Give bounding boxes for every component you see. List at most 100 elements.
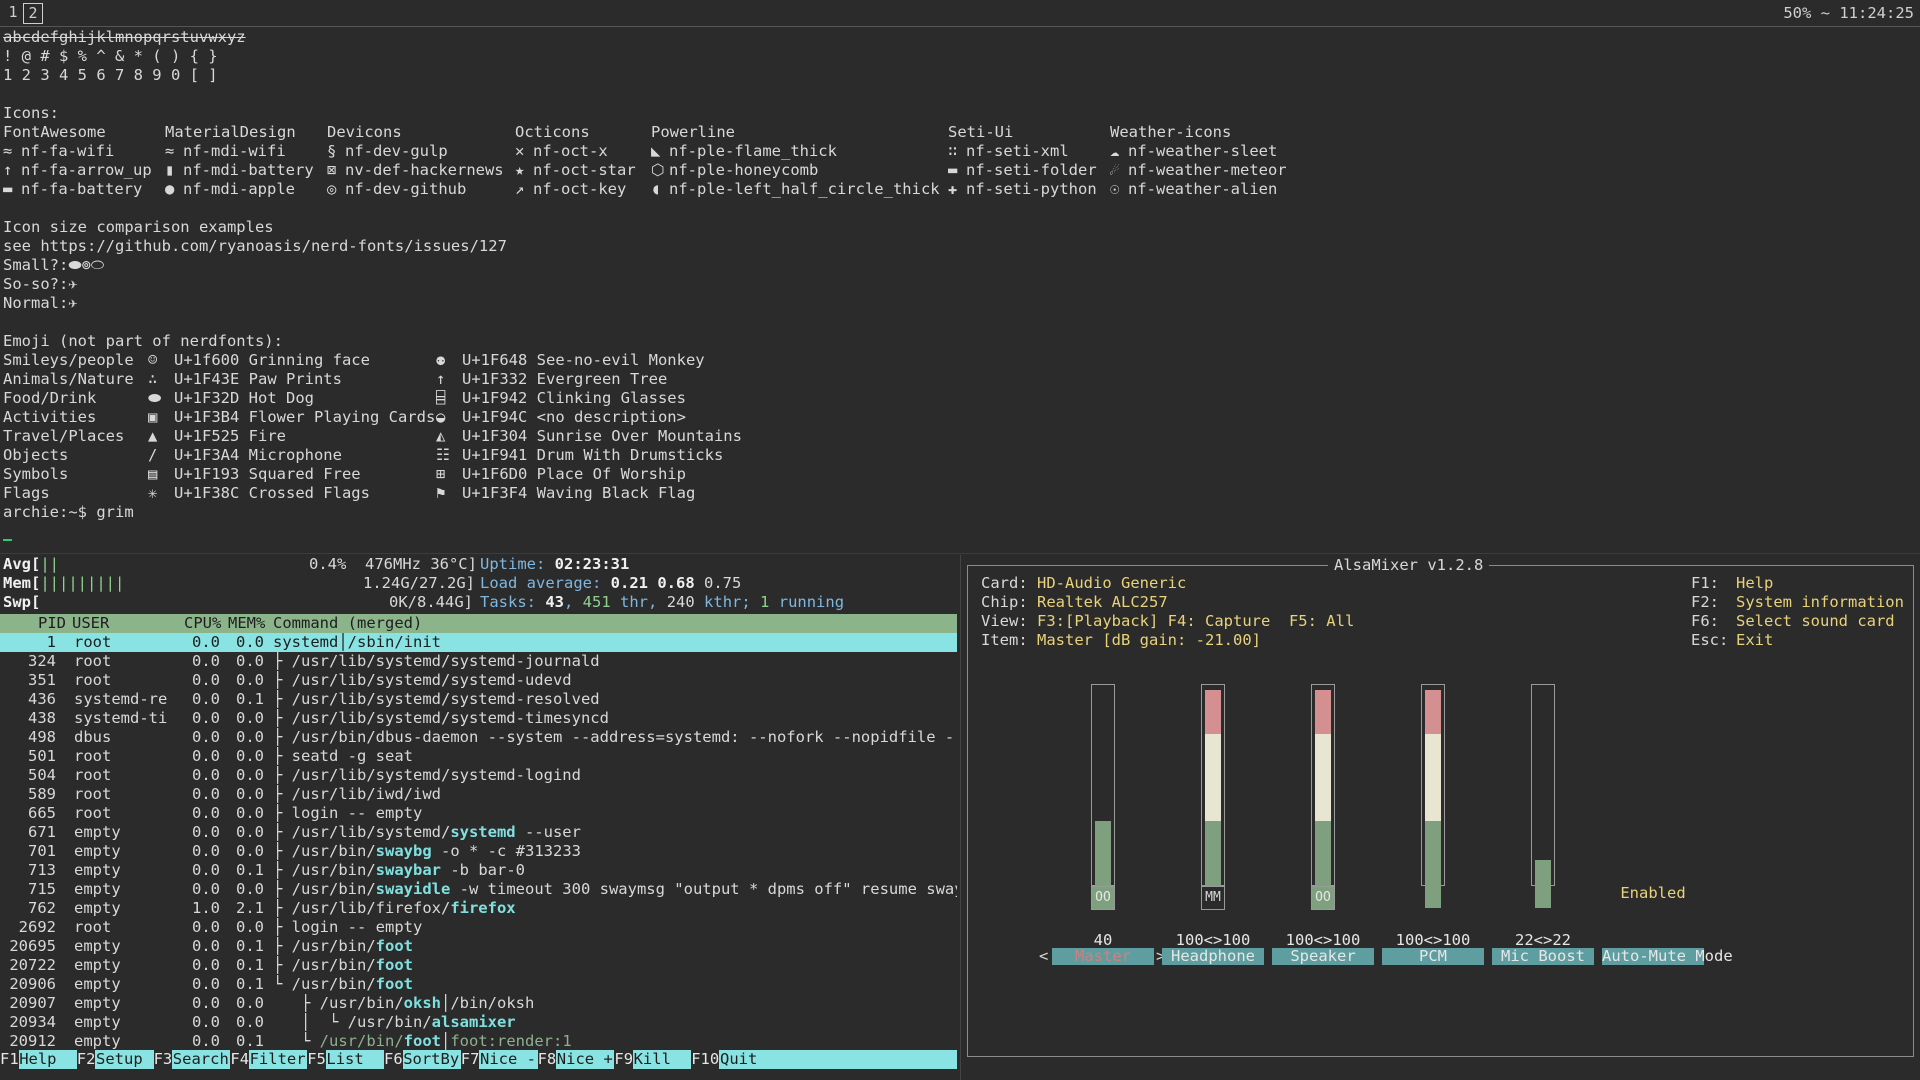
function-sortby-button[interactable]: SortBy <box>403 1050 459 1069</box>
process-mem: 0.1 <box>236 690 264 708</box>
function-search-button[interactable]: Search <box>173 1050 229 1069</box>
channel-label[interactable]: Master <box>1052 948 1154 965</box>
process-row[interactable]: 498 dbus 0.0 0.0 ├ /usr/bin/dbus-daemon --sy… <box>0 728 957 747</box>
col-mem[interactable]: MEM% <box>228 614 265 633</box>
workspace-2-button[interactable]: 2 <box>23 3 43 24</box>
volume-bar[interactable] <box>1531 684 1555 886</box>
alien-icon: ☉ <box>1110 180 1120 198</box>
icon-item: ◎ nf-dev-github <box>327 180 466 199</box>
process-row[interactable]: 1 root 0.0 0.0 systemd│/sbin/init <box>0 633 957 652</box>
size-soso-label: So-so?: <box>3 275 69 293</box>
mute-toggle[interactable]: OO <box>1091 886 1115 910</box>
icon-column-title: MaterialDesign <box>165 123 296 141</box>
xml-icon: ∷ <box>948 142 958 160</box>
icon-label: nf-oct-star <box>533 161 636 179</box>
process-row[interactable]: 20907 empty 0.0 0.0 ├ /usr/bin/oksh│/bin/ok… <box>0 994 957 1013</box>
process-cpu: 0.0 <box>192 937 220 955</box>
process-row[interactable]: 20906 empty 0.0 0.1 └ /usr/bin/foot <box>0 975 957 994</box>
process-command: ├ /usr/lib/firefox/firefox <box>273 899 516 917</box>
icon-label: nf-dev-github <box>345 180 467 198</box>
function-nice-button[interactable]: Nice - <box>480 1050 536 1069</box>
function-filter-button[interactable]: Filter <box>250 1050 306 1069</box>
process-row[interactable]: 2692 root 0.0 0.0 ├ login -- empty <box>0 918 957 937</box>
function-key-f9[interactable]: F9 <box>614 1050 634 1069</box>
process-mem: 0.0 <box>236 633 264 651</box>
process-user: root <box>74 633 112 651</box>
process-cpu: 0.0 <box>192 652 220 670</box>
process-command: systemd│/sbin/init <box>273 633 441 651</box>
process-user: dbus <box>74 728 112 746</box>
col-pid[interactable]: PID <box>38 614 66 633</box>
process-user: empty <box>74 994 121 1012</box>
process-row[interactable]: 501 root 0.0 0.0 ├ seatd -g seat <box>0 747 957 766</box>
process-cpu: 0.0 <box>192 728 220 746</box>
function-key-f3[interactable]: F3 <box>153 1050 173 1069</box>
function-key-f4[interactable]: F4 <box>230 1050 250 1069</box>
function-key-f2[interactable]: F2 <box>76 1050 96 1069</box>
channel-label[interactable]: Headphone <box>1162 948 1264 965</box>
function-key-f8[interactable]: F8 <box>537 1050 557 1069</box>
function-nice-button[interactable]: Nice + <box>557 1050 613 1069</box>
process-cpu: 0.0 <box>192 766 220 784</box>
star-icon: ★ <box>515 161 525 179</box>
process-command: ├ /usr/bin/swaybar -b bar-0 <box>273 861 525 879</box>
col-command[interactable]: Command (merged) <box>273 614 422 633</box>
function-help-button[interactable]: Help <box>19 1050 56 1069</box>
process-row[interactable]: 504 root 0.0 0.0 ├ /usr/lib/systemd/systemd-… <box>0 766 957 785</box>
function-key-f10[interactable]: F10 <box>691 1050 720 1069</box>
function-key-f5[interactable]: F5 <box>307 1050 326 1069</box>
terminal-foot[interactable]: abcdefghijklmnopqrstuvwxyz ! @ # $ % ^ &… <box>0 28 1920 550</box>
process-table-header[interactable]: PID USER CPU% MEM% Command (merged) <box>0 614 957 633</box>
icon-label: nf-weather-sleet <box>1128 142 1278 160</box>
function-key-f7[interactable]: F7 <box>460 1050 480 1069</box>
process-row[interactable]: 589 root 0.0 0.0 ├ /usr/lib/iwd/iwd <box>0 785 957 804</box>
function-key-f6[interactable]: F6 <box>384 1050 403 1069</box>
process-row[interactable]: 324 root 0.0 0.0 ├ /usr/lib/systemd/systemd-… <box>0 652 957 671</box>
process-row[interactable]: 665 root 0.0 0.0 ├ login -- empty <box>0 804 957 823</box>
process-row[interactable]: 20722 empty 0.0 0.1 ├ /usr/bin/foot <box>0 956 957 975</box>
battery-icon: ▬ <box>3 180 13 198</box>
channel-label[interactable]: Auto-Mute Mode <box>1602 948 1733 965</box>
alsamixer-title: AlsaMixer v1.2.8 <box>1328 556 1490 574</box>
process-row[interactable]: 701 empty 0.0 0.0 ├ /usr/bin/swaybg -o * -c … <box>0 842 957 861</box>
process-row[interactable]: 762 empty 1.0 2.1 ├ /usr/lib/firefox/firefox <box>0 899 957 918</box>
process-row[interactable]: 436 systemd-re 0.0 0.1 ├ /usr/lib/systemd/sy… <box>0 690 957 709</box>
function-list-button[interactable]: List <box>326 1050 363 1069</box>
channel-label[interactable]: PCM <box>1382 948 1484 965</box>
mute-toggle[interactable]: MM <box>1201 886 1225 910</box>
flame-thick-icon: ◣ <box>651 142 661 160</box>
process-cpu: 0.0 <box>192 823 220 841</box>
function-quit-button[interactable]: Quit <box>720 1050 757 1069</box>
left-arrow-icon: < <box>1039 947 1049 965</box>
icon-label: nf-ple-left_half_circle_thick <box>669 180 940 198</box>
channel-label[interactable]: Speaker <box>1272 948 1374 965</box>
icon-label: nf-fa-arrow_up <box>21 161 152 179</box>
workspace-1-button[interactable]: 1 <box>4 3 22 22</box>
honeycomb-icon: ⬡ <box>651 161 665 179</box>
function-setup-button[interactable]: Setup <box>96 1050 143 1069</box>
process-user: root <box>74 766 112 784</box>
process-row[interactable]: 713 empty 0.0 0.1 ├ /usr/bin/swaybar -b bar-… <box>0 861 957 880</box>
process-row[interactable]: 351 root 0.0 0.0 ├ /usr/lib/systemd/systemd-… <box>0 671 957 690</box>
col-cpu[interactable]: CPU% <box>184 614 221 633</box>
process-row[interactable]: 20695 empty 0.0 0.1 ├ /usr/bin/foot <box>0 937 957 956</box>
function-key-f1[interactable]: F1 <box>0 1050 19 1069</box>
col-user[interactable]: USER <box>72 614 109 633</box>
mute-toggle[interactable]: OO <box>1311 886 1335 910</box>
icon-label: nf-fa-wifi <box>21 142 115 160</box>
process-row[interactable]: 671 empty 0.0 0.0 ├ /usr/lib/systemd/systemd… <box>0 823 957 842</box>
process-command: ├ login -- empty <box>273 804 423 822</box>
process-row[interactable]: 715 empty 0.0 0.0 ├ /usr/bin/swayidle -w tim… <box>0 880 957 899</box>
process-row[interactable]: 20912 empty 0.0 0.1 └ /usr/bin/foot│foot:re… <box>0 1032 957 1051</box>
process-row[interactable]: 438 systemd-ti 0.0 0.0 ├ /usr/lib/systemd/sy… <box>0 709 957 728</box>
emoji-glyph-icon: ∴ <box>148 370 158 388</box>
size-small-line: Small?:⬬⊚⬭ <box>3 256 104 275</box>
process-row[interactable]: 20934 empty 0.0 0.0 │ └ /usr/bin/alsamixer <box>0 1013 957 1032</box>
alsamixer-pane[interactable]: AlsaMixer v1.2.8 Card: HD-Audio Generic … <box>961 555 1920 1080</box>
card-info: Card: HD-Audio Generic <box>981 574 1187 592</box>
function-kill-button[interactable]: Kill <box>634 1050 671 1069</box>
process-pid: 20695 <box>9 937 56 955</box>
airplane-icon: ✈ <box>68 275 78 293</box>
emoji-glyph-icon: ⚑ <box>436 484 446 502</box>
channel-label[interactable]: Mic Boost <box>1492 948 1594 965</box>
